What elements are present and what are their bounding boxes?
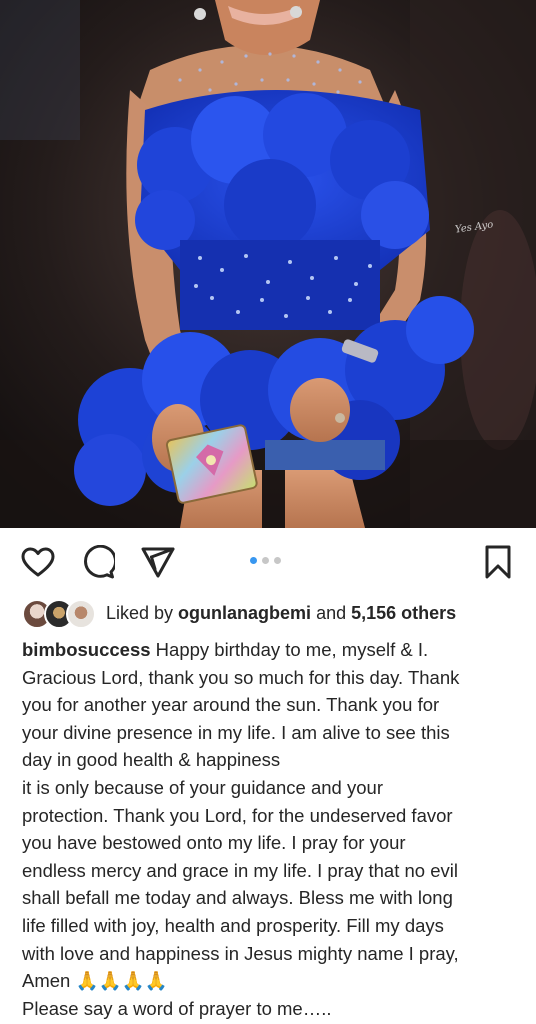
post-photo[interactable]: Yes Ayo (0, 0, 536, 528)
likes-text: Liked by ogunlanagbemi and 5,156 others (106, 603, 456, 624)
caption-line: shall befall me today and always. Bless … (22, 887, 453, 909)
caption-line: your divine presence in my life. I am al… (22, 721, 450, 743)
bookmark-icon[interactable] (480, 544, 516, 580)
liker-username[interactable]: ogunlanagbemi (178, 603, 311, 623)
carousel-dot (274, 557, 281, 564)
caption-line: it is only because of your guidance and … (22, 776, 383, 798)
instagram-post: Yes Ayo Liked by ogunlanagbemi and 5,156… (0, 0, 536, 1024)
likes-middle: and (311, 602, 352, 623)
photo-illustration (0, 0, 536, 528)
caption-line: you for another year around the sun. Tha… (22, 694, 440, 716)
carousel-dot (262, 557, 269, 564)
likes-count[interactable]: 5,156 others (351, 603, 456, 623)
caption-line: Please say a word of prayer to me….. (22, 997, 332, 1019)
caption-line: Gracious Lord, thank you so much for thi… (22, 666, 460, 688)
likes-row[interactable]: Liked by ogunlanagbemi and 5,156 others (22, 598, 456, 629)
caption-username[interactable]: bimbosuccess (22, 639, 151, 660)
caption-line: endless mercy and grace in my life. I pr… (22, 859, 458, 881)
comment-icon[interactable] (80, 544, 116, 580)
send-icon[interactable] (140, 544, 176, 580)
action-bar (0, 528, 536, 596)
caption-line: day in good health & happiness (22, 749, 281, 771)
caption-line: Amen 🙏🙏🙏🙏 (22, 970, 168, 992)
post-caption: bimbosuccess Happy birthday to me, mysel… (22, 636, 522, 1022)
caption-first-line: Happy birthday to me, myself & I. (150, 639, 429, 660)
carousel-indicator (250, 557, 281, 564)
caption-line: bimbosuccess Happy birthday to me, mysel… (22, 636, 522, 664)
caption-line: protection. Thank you Lord, for the unde… (22, 804, 453, 826)
caption-line: you have bestowed onto my life. I pray f… (22, 832, 406, 854)
liker-avatars (22, 598, 98, 629)
caption-line: with love and happiness in Jesus mighty … (22, 942, 459, 964)
heart-icon[interactable] (20, 544, 56, 580)
carousel-dot-active (250, 557, 257, 564)
avatar[interactable] (66, 599, 96, 629)
likes-prefix: Liked by (106, 602, 179, 623)
caption-line: life filled with joy, health and prosper… (22, 914, 444, 936)
